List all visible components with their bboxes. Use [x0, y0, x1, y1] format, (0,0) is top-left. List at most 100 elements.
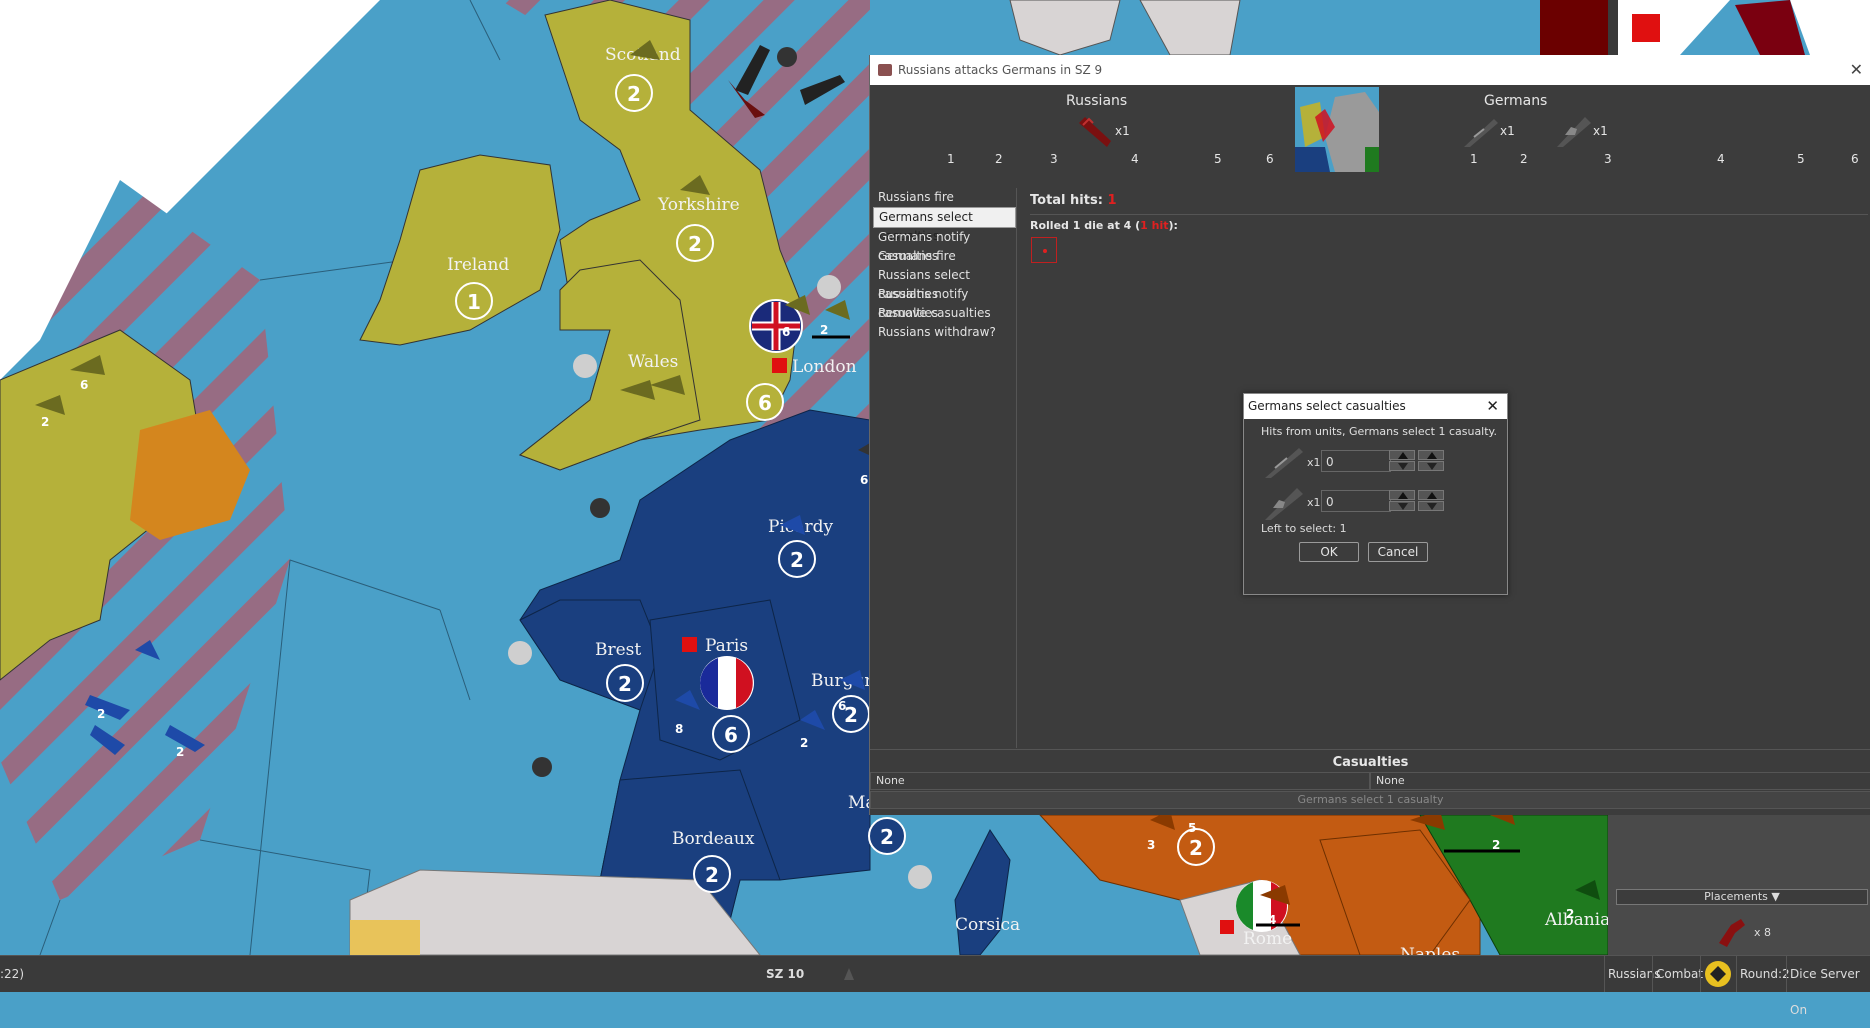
unit-count: 2 [1492, 838, 1500, 852]
step-germans-fire[interactable]: Germans fire [873, 247, 1016, 266]
step-germans-notify-casualties[interactable]: Germans notify casualties [873, 228, 1016, 263]
placements-dropdown[interactable]: Placements ▼ [1616, 889, 1868, 905]
unit-count: 6 [80, 378, 88, 392]
rolled-suffix: ): [1168, 219, 1178, 232]
die-number: 4 [1717, 152, 1725, 166]
defender-unit-count-1: x1 [1500, 124, 1515, 138]
casualties-panel: Casualties None None Germans select 1 ca… [870, 749, 1870, 810]
label-yorkshire: Yorkshire [657, 195, 740, 215]
territory-portugal[interactable] [350, 920, 420, 955]
unit-count: 2 [97, 707, 105, 721]
die-number: 5 [1797, 152, 1805, 166]
status-left-text: :22) [0, 967, 24, 981]
step-russians-fire[interactable]: Russians fire [873, 188, 1016, 207]
label-london: London [792, 357, 857, 377]
unit-count: 2 [800, 736, 808, 750]
die-number: 3 [1604, 152, 1612, 166]
defender-name: Germans [1484, 93, 1548, 109]
territory-top-red[interactable] [1540, 0, 1610, 55]
battle-steps-list[interactable]: Russians fire Germans select casualties … [873, 188, 1017, 748]
label-corsica: Corsica [955, 915, 1020, 935]
die-number: 4 [1131, 152, 1139, 166]
cancel-button[interactable]: Cancel [1368, 542, 1428, 562]
die-number: 2 [1520, 152, 1528, 166]
german-destroyer-icon [1464, 119, 1498, 147]
die-number: 6 [1851, 152, 1859, 166]
max-button[interactable] [1418, 490, 1444, 500]
current-phase: Combat [1652, 956, 1706, 992]
label-albania: Albania [1544, 910, 1610, 930]
die-number: 1 [947, 152, 955, 166]
battle-minimap [1295, 87, 1379, 172]
unit-count: 3 [1147, 838, 1155, 852]
dice-server-status: Dice Server On [1786, 956, 1870, 1017]
app-icon [878, 64, 892, 76]
status-bar: :22) SZ 10 Russians Combat Round:2 Dice … [0, 955, 1870, 1017]
minimap-scroll[interactable] [1608, 0, 1618, 55]
increment-button[interactable] [1389, 490, 1415, 500]
label-brest: Brest [595, 640, 641, 660]
battle-status-message: Germans select 1 casualty [870, 791, 1870, 809]
france-flag-icon [700, 656, 754, 710]
defender-casualties: None [1370, 772, 1870, 790]
casualty-selection-dialog[interactable]: Germans select casualties ✕ Hits from un… [1243, 393, 1508, 595]
unit-count: 8 [675, 722, 683, 736]
pu-value-ireland: 1 [467, 290, 481, 314]
dialog-title: Germans select casualties [1248, 399, 1406, 413]
dialog-title-bar[interactable]: Germans select casualties ✕ [1244, 394, 1507, 419]
casualty-count-input[interactable]: 0 [1321, 450, 1391, 472]
unit-count: 5 [1188, 821, 1196, 835]
pu-value-scotland: 2 [627, 82, 641, 106]
min-button[interactable] [1418, 461, 1444, 471]
pu-value-london: 6 [758, 391, 772, 415]
mine-icon [532, 757, 552, 777]
step-russians-select-casualties[interactable]: Russians select casualties [873, 266, 1016, 301]
capital-marker [1632, 14, 1660, 42]
casualty-count-input[interactable]: 0 [1321, 490, 1391, 512]
unit-hint-icon [844, 968, 854, 980]
step-remove-casualties[interactable]: Remove casualties [873, 304, 1016, 323]
attacker-unit-count: x1 [1115, 124, 1130, 138]
capital-marker-london [772, 358, 787, 373]
close-icon[interactable]: ✕ [1486, 394, 1499, 419]
capital-marker-rome [1220, 920, 1234, 934]
german-battleship-icon [1265, 488, 1303, 520]
round-indicator: Round:2 [1736, 956, 1793, 992]
pu-value-yorkshire: 2 [688, 232, 702, 256]
min-button[interactable] [1418, 501, 1444, 511]
step-germans-select-casualties[interactable]: Germans select casualties [873, 207, 1016, 243]
territory-top-neutral-2[interactable] [1139, 0, 1241, 56]
step-russians-withdraw[interactable]: Russians withdraw? [873, 323, 1016, 342]
total-hits-value: 1 [1107, 193, 1117, 208]
die-number: 1 [1470, 152, 1478, 166]
mine-icon [777, 47, 797, 67]
die-result-icon [1031, 237, 1057, 263]
attacker-casualties: None [870, 772, 1370, 790]
die-number: 5 [1214, 152, 1222, 166]
russian-infantry-icon [1719, 919, 1745, 947]
territory-top-neutral[interactable] [1009, 0, 1121, 56]
rolled-text: Rolled 1 die at 4 ( [1030, 219, 1141, 232]
row-count: x1 [1307, 496, 1321, 509]
die-number: 3 [1050, 152, 1058, 166]
step-russians-notify-casualties[interactable]: Russians notify casualties [873, 285, 1016, 320]
decrement-button[interactable] [1389, 501, 1415, 511]
casualties-title: Casualties [1332, 755, 1409, 770]
territory-corsica[interactable] [954, 829, 1011, 955]
anchor-icon [508, 641, 532, 665]
total-hits-label: Total hits: [1030, 193, 1103, 208]
increment-button[interactable] [1389, 450, 1415, 460]
pu-value-paris: 6 [724, 723, 738, 747]
battle-title-bar[interactable]: Russians attacks Germans in SZ 9 ✕ [870, 55, 1870, 85]
attacker-name: Russians [1066, 93, 1128, 109]
max-button[interactable] [1418, 450, 1444, 460]
left-to-select: Left to select: 1 [1261, 522, 1347, 535]
unit-count: 6 [838, 699, 846, 713]
ok-button[interactable]: OK [1299, 542, 1359, 562]
pu-value-marseille: 2 [880, 825, 894, 849]
mine-icon [590, 498, 610, 518]
decrement-button[interactable] [1389, 461, 1415, 471]
close-icon[interactable]: ✕ [1850, 60, 1863, 79]
unit-count: 6 [782, 325, 790, 339]
defender-unit-count-2: x1 [1593, 124, 1608, 138]
